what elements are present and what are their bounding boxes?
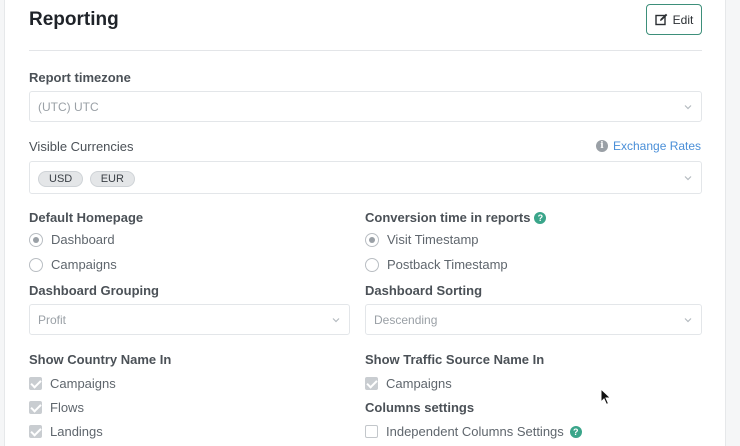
- exchange-rates-link[interactable]: i Exchange Rates: [596, 139, 701, 153]
- chevron-down-icon: [684, 176, 692, 181]
- chevron-down-icon: [684, 318, 692, 323]
- radio-unselected[interactable]: [365, 257, 379, 272]
- info-icon: i: [596, 140, 608, 152]
- checkbox-checked[interactable]: [365, 377, 378, 390]
- dashboard-sorting-value: Descending: [374, 313, 438, 327]
- checkbox-label: Flows: [50, 400, 84, 415]
- edit-icon: [654, 13, 667, 26]
- dashboard-sorting-label: Dashboard Sorting: [365, 283, 483, 298]
- checkbox-label: Campaigns: [50, 376, 116, 391]
- dashboard-sorting-select[interactable]: Descending: [365, 304, 702, 335]
- country-option-landings[interactable]: Landings: [29, 424, 103, 439]
- dashboard-grouping-value: Profit: [38, 313, 67, 327]
- columns-settings-label: Columns settings: [365, 400, 475, 415]
- checkbox-unchecked[interactable]: [365, 425, 378, 438]
- exchange-rates-label: Exchange Rates: [613, 139, 702, 153]
- visible-currencies-label: Visible Currencies: [29, 139, 134, 154]
- traffic-source-option-campaigns[interactable]: Campaigns: [365, 376, 452, 391]
- radio-label: Campaigns: [51, 257, 117, 272]
- chevron-down-icon: [684, 105, 692, 110]
- reporting-panel: Reporting Edit Report timezone (UTC) UTC…: [4, 0, 726, 446]
- show-country-name-label: Show Country Name In: [29, 352, 172, 367]
- checkbox-checked[interactable]: [29, 401, 42, 414]
- report-timezone-select[interactable]: (UTC) UTC: [29, 91, 702, 122]
- edit-button[interactable]: Edit: [646, 4, 702, 35]
- country-option-flows[interactable]: Flows: [29, 400, 84, 415]
- checkbox-checked[interactable]: [29, 425, 42, 438]
- checkbox-label: Independent Columns Settings: [386, 424, 564, 439]
- homepage-option-dashboard[interactable]: Dashboard: [29, 232, 115, 247]
- conversion-option-visit[interactable]: Visit Timestamp: [365, 232, 479, 247]
- checkbox-label: Campaigns: [386, 376, 452, 391]
- show-traffic-source-label: Show Traffic Source Name In: [365, 352, 545, 367]
- conversion-time-label: Conversion time in reports?: [365, 210, 547, 225]
- default-homepage-label: Default Homepage: [29, 210, 144, 225]
- chevron-down-icon: [332, 318, 340, 323]
- country-option-campaigns[interactable]: Campaigns: [29, 376, 116, 391]
- independent-columns-option[interactable]: Independent Columns Settings ?: [365, 424, 582, 439]
- conversion-time-label-text: Conversion time in reports: [365, 210, 531, 225]
- help-icon[interactable]: ?: [534, 212, 547, 224]
- mouse-cursor-icon: [600, 388, 612, 406]
- radio-selected[interactable]: [365, 232, 379, 247]
- report-timezone-label: Report timezone: [29, 70, 131, 85]
- edit-button-label: Edit: [672, 12, 694, 27]
- header-divider: [29, 50, 702, 51]
- currency-tag-eur[interactable]: EUR: [89, 171, 135, 187]
- homepage-option-campaigns[interactable]: Campaigns: [29, 257, 117, 272]
- radio-label: Visit Timestamp: [387, 232, 479, 247]
- radio-label: Dashboard: [51, 232, 115, 247]
- radio-selected[interactable]: [29, 232, 43, 247]
- help-icon[interactable]: ?: [569, 425, 582, 438]
- checkbox-checked[interactable]: [29, 377, 42, 390]
- page-title: Reporting: [29, 9, 119, 30]
- checkbox-label: Landings: [50, 424, 103, 439]
- radio-label: Postback Timestamp: [387, 257, 508, 272]
- visible-currencies-select[interactable]: USD EUR: [29, 161, 702, 194]
- dashboard-grouping-select[interactable]: Profit: [29, 304, 350, 335]
- conversion-option-postback[interactable]: Postback Timestamp: [365, 257, 508, 272]
- radio-unselected[interactable]: [29, 257, 43, 272]
- report-timezone-value: (UTC) UTC: [38, 100, 99, 114]
- currency-tag-usd[interactable]: USD: [38, 171, 84, 187]
- dashboard-grouping-label: Dashboard Grouping: [29, 283, 159, 298]
